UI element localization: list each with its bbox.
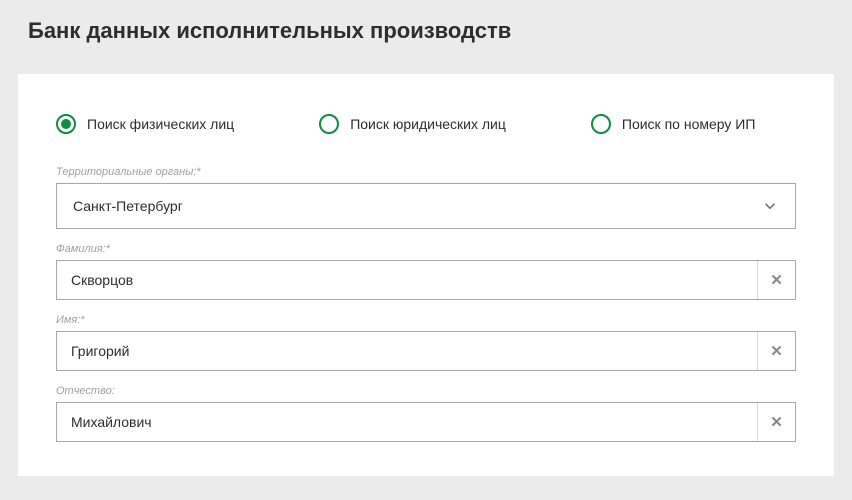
search-type-radios: Поиск физических лиц Поиск юридических л…: [56, 114, 796, 134]
lastname-label: Фамилия:*: [56, 243, 796, 255]
radio-individuals[interactable]: Поиск физических лиц: [56, 114, 234, 134]
clear-patronymic-button[interactable]: ✕: [757, 403, 795, 441]
clear-firstname-button[interactable]: ✕: [757, 332, 795, 370]
page-title: Банк данных исполнительных производств: [28, 18, 824, 44]
radio-by-number[interactable]: Поиск по номеру ИП: [591, 114, 756, 134]
close-icon: ✕: [770, 271, 783, 289]
patronymic-input[interactable]: Михайлович ✕: [56, 402, 796, 442]
lastname-group: Фамилия:* Скворцов ✕: [56, 243, 796, 300]
patronymic-group: Отчество: Михайлович ✕: [56, 385, 796, 442]
radio-label-individuals: Поиск физических лиц: [87, 116, 234, 132]
radio-label-by-number: Поиск по номеру ИП: [622, 116, 756, 132]
lastname-value: Скворцов: [57, 272, 757, 288]
radio-label-legal: Поиск юридических лиц: [350, 116, 506, 132]
firstname-value: Григорий: [57, 343, 757, 359]
radio-icon: [591, 114, 611, 134]
close-icon: ✕: [770, 413, 783, 431]
territory-group: Территориальные органы:* Санкт-Петербург: [56, 166, 796, 229]
territory-select[interactable]: Санкт-Петербург: [56, 183, 796, 229]
close-icon: ✕: [770, 342, 783, 360]
firstname-label: Имя:*: [56, 314, 796, 326]
firstname-group: Имя:* Григорий ✕: [56, 314, 796, 371]
chevron-down-icon: [761, 197, 779, 215]
patronymic-label: Отчество:: [56, 385, 796, 397]
patronymic-value: Михайлович: [57, 414, 757, 430]
radio-icon: [56, 114, 76, 134]
territory-label: Территориальные органы:*: [56, 166, 796, 178]
radio-legal-entities[interactable]: Поиск юридических лиц: [319, 114, 506, 134]
clear-lastname-button[interactable]: ✕: [757, 261, 795, 299]
territory-value: Санкт-Петербург: [73, 198, 761, 214]
firstname-input[interactable]: Григорий ✕: [56, 331, 796, 371]
lastname-input[interactable]: Скворцов ✕: [56, 260, 796, 300]
search-form-panel: Поиск физических лиц Поиск юридических л…: [18, 74, 834, 476]
radio-icon: [319, 114, 339, 134]
